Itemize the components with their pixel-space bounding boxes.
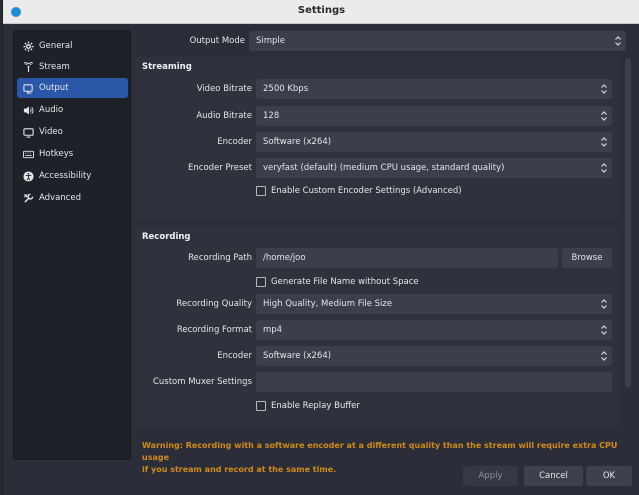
updown-arrows-icon [600,136,608,148]
recording-path-input[interactable]: /home/joo [256,248,558,268]
streaming-title: Streaming [142,62,192,72]
sidebar-item-output[interactable]: Output [17,78,128,98]
accessibility-icon [23,170,34,182]
recording-quality-label: Recording Quality [176,299,252,309]
audio-bitrate-label: Audio Bitrate [196,111,252,121]
recording-title: Recording [142,232,191,242]
sidebar-item-label: Video [39,127,63,137]
recording-format-value: mp4 [263,325,283,335]
custom-muxer-label: Custom Muxer Settings [152,377,252,387]
output-icon [23,83,33,94]
sidebar-item-advanced[interactable]: Advanced [17,188,128,208]
recording-path-value: /home/joo [263,253,306,263]
recording-path-label: Recording Path [188,253,252,263]
sidebar-item-label: Advanced [39,193,81,203]
recording-encoder-value: Software (x264) [263,351,332,361]
output-mode-label: Output Mode [189,36,245,46]
wrench-icon [23,193,34,203]
updown-arrows-icon [600,162,608,174]
title-bar: Settings [3,0,639,24]
replay-buffer-checkbox[interactable]: Enable Replay Buffer [256,401,360,411]
sidebar-item-label: Audio [39,105,64,115]
sidebar-item-accessibility[interactable]: Accessibility [17,166,128,186]
updown-arrows-icon [600,350,608,362]
encoder-preset-label: Encoder Preset [188,163,252,173]
monitor-icon [23,127,34,138]
sidebar: General Stream Output Audio Video Hotkey… [13,30,131,460]
recording-group: Recording Recording Path /home/joo Brows… [136,227,619,426]
keyboard-icon [23,150,34,158]
sidebar-item-video[interactable]: Video [17,122,128,142]
gear-icon [23,40,34,52]
output-mode-value: Simple [256,36,286,46]
sidebar-item-hotkeys[interactable]: Hotkeys [17,144,128,164]
streaming-encoder-value: Software (x264) [263,137,332,147]
checkbox-box[interactable] [256,186,266,196]
checkbox-box[interactable] [256,277,266,287]
recording-encoder-label: Encoder [217,351,252,361]
custom-encoder-label: Enable Custom Encoder Settings (Advanced… [271,186,462,196]
replay-buffer-label: Enable Replay Buffer [271,401,360,411]
output-settings-panel: Output Mode Simple Streaming Video Bitra… [136,30,628,460]
recording-format-label: Recording Format [176,325,252,335]
window-title: Settings [297,5,346,16]
video-bitrate-value: 2500 Kbps [263,84,309,94]
encoder-label: Encoder [217,137,252,147]
sidebar-item-general[interactable]: General [17,36,128,56]
sidebar-item-label: Output [39,83,69,93]
sidebar-item-label: Hotkeys [39,149,74,159]
custom-encoder-checkbox[interactable]: Enable Custom Encoder Settings (Advanced… [256,186,462,196]
sidebar-item-label: Accessibility [39,171,92,181]
streaming-encoder-select[interactable]: Software (x264) [256,132,612,152]
encoder-preset-select[interactable]: veryfast (default) (medium CPU usage, st… [256,158,612,178]
sidebar-item-label: Stream [39,62,70,72]
cancel-button[interactable]: Cancel [524,466,583,486]
video-bitrate-label: Video Bitrate [196,84,252,94]
video-bitrate-spinbox[interactable]: 2500 Kbps [256,79,612,99]
audio-bitrate-value: 128 [263,111,280,121]
updown-arrows-icon [600,110,608,122]
sidebar-item-audio[interactable]: Audio [17,100,128,120]
recording-encoder-select[interactable]: Software (x264) [256,346,612,366]
output-mode-select[interactable]: Simple [249,31,626,51]
updown-arrows-icon [600,298,608,310]
sidebar-item-stream[interactable]: Stream [17,57,128,77]
custom-muxer-input[interactable] [256,372,612,392]
recording-quality-value: High Quality, Medium File Size [263,299,393,309]
updown-arrows-icon [600,324,608,336]
recording-quality-select[interactable]: High Quality, Medium File Size [256,294,612,314]
encoder-preset-value: veryfast (default) (medium CPU usage, st… [263,163,505,173]
recording-format-select[interactable]: mp4 [256,320,612,340]
warning-line-1: Warning: Recording with a software encod… [142,441,618,462]
streaming-group: Streaming Video Bitrate 2500 Kbps Audio … [136,57,619,219]
updown-arrows-icon[interactable] [600,83,608,95]
browse-button[interactable]: Browse [562,248,612,268]
ok-button[interactable]: OK [586,466,632,486]
antenna-icon [23,61,34,72]
checkbox-box[interactable] [256,401,266,411]
audio-bitrate-select[interactable]: 128 [256,106,612,126]
no-space-label: Generate File Name without Space [271,277,419,287]
settings-window: Settings General Stream Output Audio Vid… [2,0,639,495]
sidebar-item-label: General [39,41,73,51]
apply-button[interactable]: Apply [463,466,518,486]
speaker-icon [23,105,34,115]
vertical-scrollbar[interactable] [625,58,631,388]
updown-arrows-icon [614,35,622,47]
no-space-checkbox[interactable]: Generate File Name without Space [256,277,419,287]
